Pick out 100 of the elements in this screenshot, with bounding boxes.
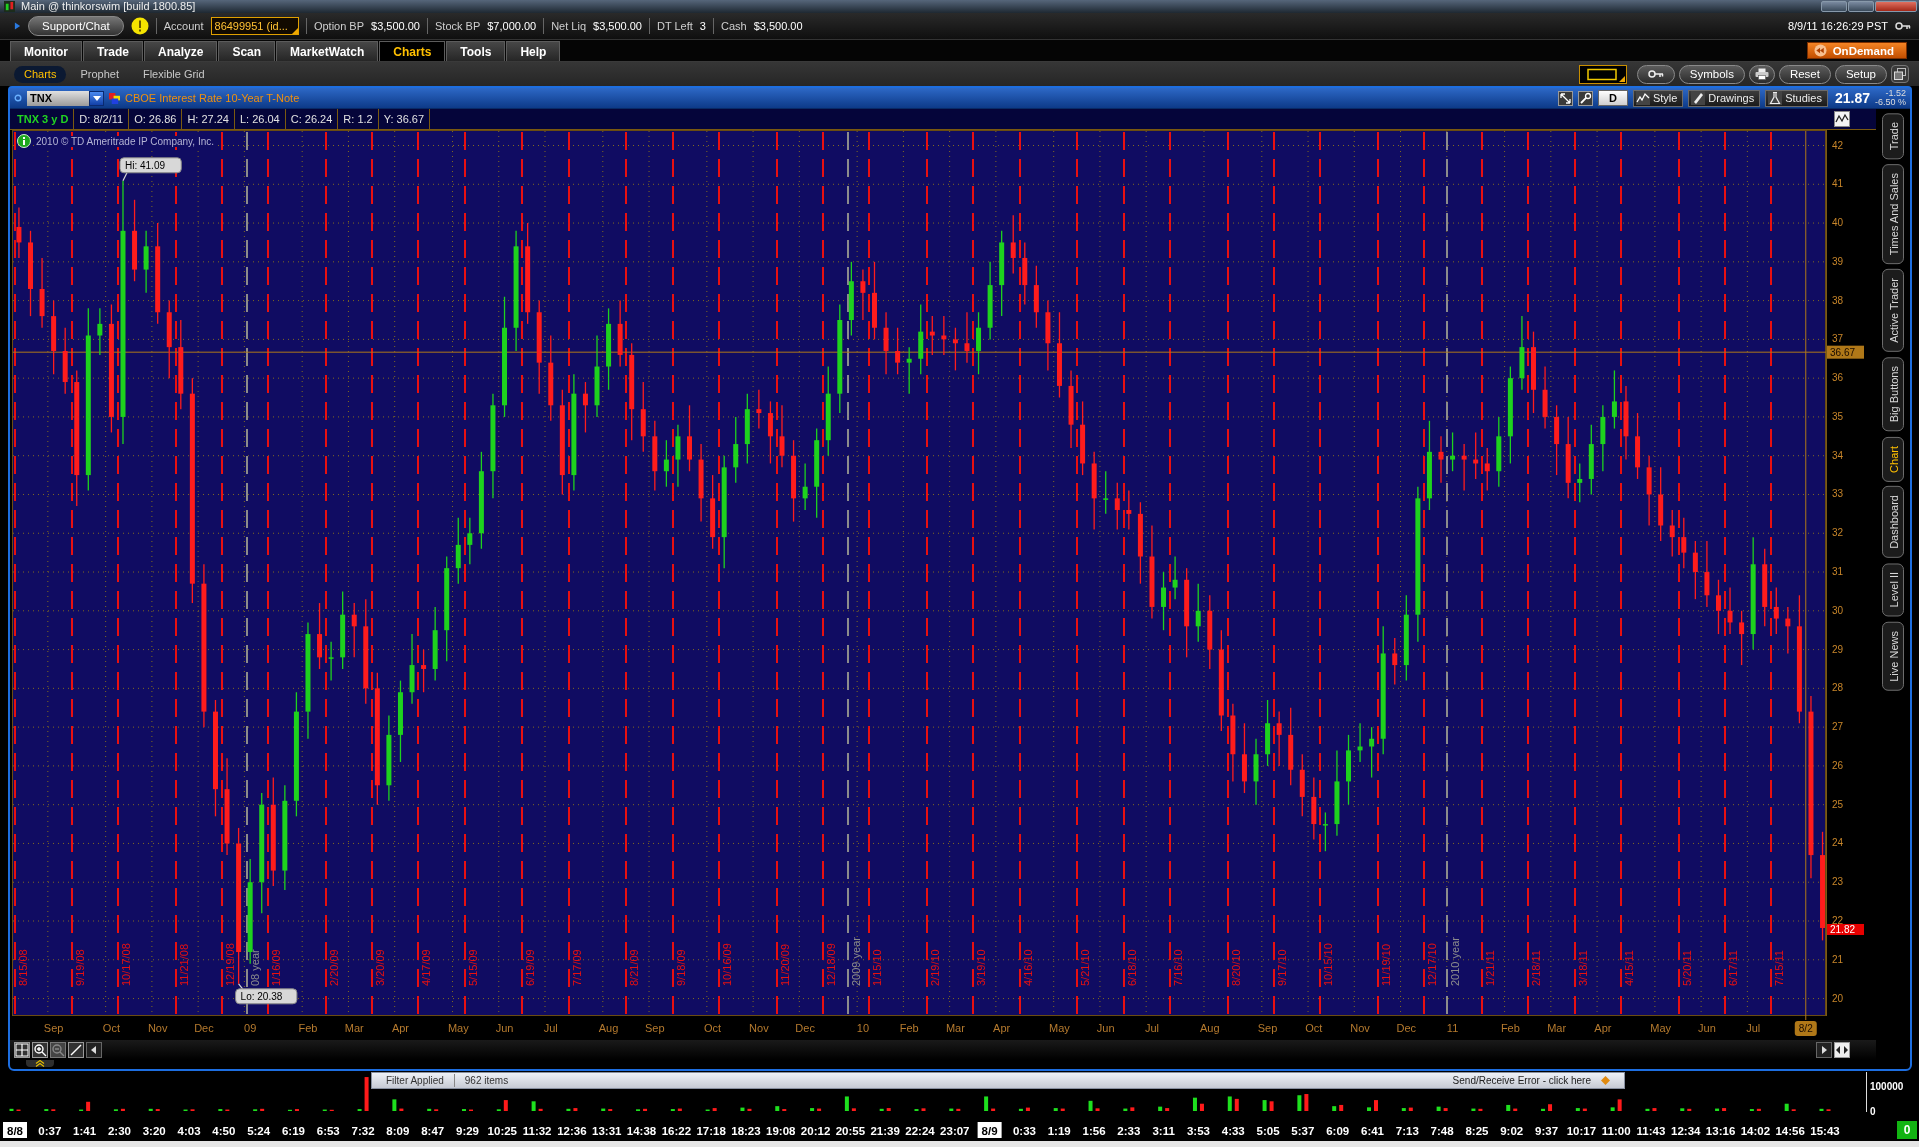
candlestick bbox=[1635, 412, 1641, 480]
sub-tab[interactable]: Flexible Grid bbox=[132, 65, 215, 83]
main-tab[interactable]: Help bbox=[506, 41, 561, 61]
maximize-button[interactable] bbox=[1848, 1, 1874, 12]
price-axis-label: 22 bbox=[1832, 915, 1844, 926]
alert-icon[interactable] bbox=[130, 17, 149, 35]
side-tab[interactable]: Big Buttons bbox=[1882, 357, 1904, 432]
date-line-label: 12/19/08 bbox=[224, 943, 236, 986]
candlestick bbox=[1577, 462, 1583, 503]
candlestick bbox=[918, 303, 924, 375]
expand-arrow-icon[interactable] bbox=[14, 21, 21, 31]
main-tab[interactable]: Charts bbox=[379, 41, 446, 61]
link-color-button[interactable] bbox=[1578, 64, 1627, 84]
scroll-left-icon[interactable] bbox=[86, 1042, 102, 1058]
month-axis-label: Sep bbox=[645, 1022, 665, 1034]
volume-bar bbox=[427, 1108, 432, 1111]
month-axis-label: 09 bbox=[244, 1022, 257, 1034]
setup-button[interactable]: Setup bbox=[1834, 64, 1887, 84]
side-tab[interactable]: Live News bbox=[1882, 621, 1904, 691]
volume-bar bbox=[851, 1108, 856, 1111]
month-axis-label: Jun bbox=[1698, 1022, 1716, 1034]
sub-tab[interactable]: Prophet bbox=[70, 65, 129, 83]
symbols-button[interactable]: Symbols bbox=[1678, 64, 1745, 84]
account-field[interactable]: 86499951 (id... bbox=[210, 17, 299, 35]
app-icon bbox=[4, 1, 15, 12]
quote-field: L: 26.04 bbox=[235, 109, 286, 129]
candlestick bbox=[1716, 579, 1721, 635]
stat-label: Stock BP bbox=[435, 20, 481, 32]
aggregation-button[interactable]: D bbox=[1597, 90, 1628, 106]
key-icon[interactable] bbox=[1895, 21, 1911, 31]
date-line-label: 9/17/10 bbox=[1276, 949, 1288, 986]
main-tab[interactable]: Monitor bbox=[10, 41, 82, 61]
main-tab[interactable]: Trade bbox=[83, 41, 143, 61]
support-chat-button[interactable]: Support/Chat bbox=[28, 16, 124, 36]
volume-bar bbox=[1025, 1107, 1030, 1111]
reset-button[interactable]: Reset bbox=[1778, 64, 1831, 84]
symbol-field[interactable]: TNX bbox=[27, 90, 89, 106]
flask-icon bbox=[1768, 91, 1783, 105]
side-tab[interactable]: Active Trader bbox=[1882, 269, 1904, 353]
date-line-label: 10/15/10 bbox=[1322, 943, 1334, 986]
style-button[interactable]: Style bbox=[1632, 89, 1684, 107]
volume-bar bbox=[1575, 1108, 1580, 1111]
fit-arrows-icon[interactable] bbox=[1834, 1042, 1850, 1058]
date-line-label: 2/19/10 bbox=[929, 949, 941, 986]
magnifier-icon[interactable] bbox=[1577, 90, 1593, 106]
sub-tab[interactable]: Charts bbox=[14, 65, 67, 83]
expand-handle[interactable] bbox=[26, 1060, 54, 1067]
date-line-label: 3/18/11 bbox=[1577, 950, 1589, 986]
maximize-arrows-icon[interactable] bbox=[1557, 90, 1573, 106]
account-label: Account bbox=[163, 20, 204, 32]
color-squares-icon[interactable] bbox=[109, 92, 120, 104]
main-tab[interactable]: Tools bbox=[446, 41, 506, 61]
stat-label: DT Left bbox=[656, 20, 693, 32]
zoom-in-icon[interactable] bbox=[32, 1042, 48, 1058]
side-tab[interactable]: Level II bbox=[1882, 563, 1904, 617]
volume-bar bbox=[1158, 1106, 1163, 1111]
scroll-right-icon[interactable] bbox=[1816, 1042, 1832, 1058]
circle-icon[interactable] bbox=[14, 94, 22, 102]
time-axis-label: 20:12 bbox=[800, 1124, 831, 1137]
print-button[interactable] bbox=[1748, 64, 1775, 84]
candlestick bbox=[687, 404, 692, 472]
price-axis-label: 40 bbox=[1832, 217, 1844, 229]
candlestick bbox=[467, 517, 473, 565]
volume-bar bbox=[1645, 1108, 1650, 1111]
main-tab[interactable]: MarketWatch bbox=[276, 41, 379, 61]
time-axis-label: 4:03 bbox=[177, 1124, 201, 1137]
main-tab[interactable]: Scan bbox=[218, 41, 276, 61]
key-button[interactable] bbox=[1636, 64, 1675, 84]
month-axis-label: May bbox=[1650, 1022, 1672, 1034]
main-tab[interactable]: Analyze bbox=[144, 41, 218, 61]
volume-axis-label: 100000 bbox=[1870, 1081, 1904, 1093]
side-tab[interactable]: Trade bbox=[1882, 113, 1904, 160]
detach-button[interactable] bbox=[1891, 65, 1909, 83]
side-tab[interactable]: Chart bbox=[1882, 436, 1904, 482]
candlestick bbox=[675, 424, 681, 488]
grid-icon[interactable] bbox=[14, 1042, 30, 1058]
month-axis-label: Oct bbox=[704, 1022, 722, 1034]
candlestick bbox=[1369, 726, 1375, 779]
month-axis-label: Apr bbox=[993, 1022, 1011, 1034]
time-axis-label: 21:39 bbox=[870, 1124, 900, 1137]
line-tool-icon[interactable] bbox=[68, 1042, 84, 1058]
volume-bar bbox=[399, 1108, 404, 1111]
volume-bar bbox=[1471, 1108, 1476, 1111]
side-tab[interactable]: Dashboard bbox=[1882, 486, 1904, 559]
error-link[interactable]: Send/Receive Error - click here bbox=[1452, 1075, 1591, 1086]
dropdown-button[interactable] bbox=[89, 90, 104, 106]
candlestick bbox=[1161, 571, 1167, 631]
stat-value: $3,500.00 bbox=[371, 20, 420, 32]
ondemand-button[interactable]: OnDemand bbox=[1806, 42, 1907, 59]
date-line-label: 6/17/11 bbox=[1727, 950, 1739, 986]
side-tab[interactable]: Times And Sales bbox=[1882, 164, 1904, 265]
volume-bar bbox=[1304, 1094, 1309, 1111]
candlestick bbox=[1265, 699, 1271, 767]
time-axis-label: 18:23 bbox=[731, 1124, 761, 1137]
time-axis-label: 1:56 bbox=[1082, 1124, 1106, 1137]
drawings-button[interactable]: Drawings bbox=[1688, 89, 1761, 107]
line-chart-icon[interactable] bbox=[1834, 111, 1850, 127]
volume-bar bbox=[1610, 1107, 1615, 1111]
studies-button[interactable]: Studies bbox=[1765, 89, 1828, 107]
minimize-button[interactable] bbox=[1821, 1, 1847, 12]
